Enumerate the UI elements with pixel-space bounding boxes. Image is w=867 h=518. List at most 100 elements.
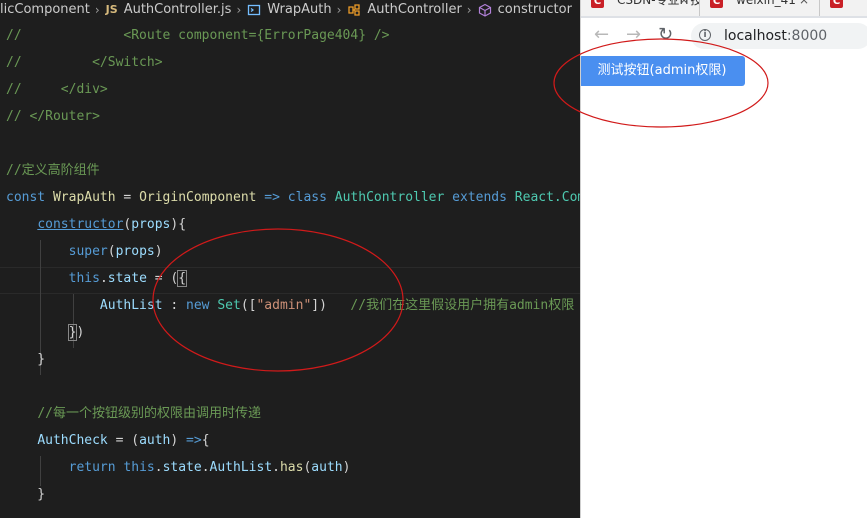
code-editor[interactable]: licComponent › JS AuthController.js › WrapAut…	[0, 0, 580, 518]
code-line[interactable]: super(props)	[6, 238, 163, 265]
tab-favicon: C	[591, 0, 604, 8]
code-token: "admin"	[256, 298, 312, 313]
close-icon[interactable]: ×	[679, 0, 689, 8]
code-token: {	[177, 270, 188, 287]
code-token: ])	[311, 298, 351, 313]
browser-tab[interactable]: C weixin_41 ×	[700, 0, 820, 16]
code-token: has	[279, 460, 304, 475]
breadcrumb-item-constructor[interactable]: constructor	[498, 2, 572, 17]
code-line[interactable]: this.state = ({	[6, 265, 188, 292]
code-token: ([	[240, 298, 257, 313]
breadcrumb-item-file[interactable]: AuthController.js	[124, 2, 232, 17]
code-token: state	[107, 271, 147, 286]
code-line[interactable]: // <Route component={ErrorPage404} />	[6, 22, 390, 49]
cube-symbol-icon	[247, 3, 261, 17]
tab-favicon: C	[830, 0, 843, 8]
code-line[interactable]: }	[6, 481, 45, 508]
code-token: ){	[170, 217, 187, 232]
class-symbol-icon	[347, 3, 361, 17]
code-token: OriginComponent	[139, 190, 257, 205]
code-token: )	[154, 244, 163, 259]
chevron-right-icon: ›	[466, 3, 472, 17]
breadcrumb-item-authcontroller[interactable]: AuthController	[367, 2, 461, 17]
code-token: (	[107, 244, 116, 259]
code-token: )	[76, 325, 85, 340]
reload-icon[interactable]: ↻	[658, 25, 673, 45]
code-token: WrapAuth	[52, 190, 116, 205]
chevron-right-icon: ›	[94, 3, 100, 17]
code-token: Set	[217, 298, 241, 313]
code-token: React.Component {	[514, 190, 580, 205]
code-token: }	[6, 487, 46, 502]
code-line[interactable]: })	[6, 319, 84, 346]
code-line[interactable]: return this.state.AuthList.has(auth)	[6, 454, 351, 481]
url-text: localhost:8000	[724, 23, 827, 49]
code-token: {	[201, 433, 210, 448]
code-token: constructor	[37, 217, 124, 232]
code-line[interactable]: AuthList : new Set(["admin"]) //我们在这里假设用…	[6, 292, 574, 319]
code-token: =	[115, 190, 140, 205]
code-token: = (	[146, 271, 179, 286]
code-token: this	[123, 460, 155, 475]
code-token: .	[201, 460, 210, 475]
code-token: this	[68, 271, 100, 286]
code-token: AuthList	[209, 460, 273, 475]
code-token: super	[68, 244, 108, 259]
forward-arrow-icon[interactable]: →	[626, 25, 641, 45]
code-line[interactable]: constructor(props){	[6, 211, 186, 238]
code-token: AuthList	[99, 298, 163, 313]
code-line[interactable]: //定义高阶组件	[6, 157, 100, 184]
browser-tab[interactable]: C	[820, 0, 867, 16]
code-token: return	[68, 460, 124, 475]
code-token: auth	[311, 460, 343, 475]
code-token: )	[170, 433, 187, 448]
address-bar[interactable]: i localhost:8000	[691, 23, 867, 49]
test-button-admin[interactable]: 测试按钮(admin权限)	[581, 56, 745, 86]
code-line[interactable]: }	[6, 346, 45, 373]
code-token: new	[186, 298, 218, 313]
code-token: auth	[139, 433, 171, 448]
browser-toolbar: ← → ↻ i localhost:8000	[581, 18, 867, 52]
browser-window: C CSDN-专业IT技术社区 × C weixin_41 × C ← → ↻ …	[580, 0, 867, 518]
code-token: AuthCheck	[37, 433, 108, 448]
close-icon[interactable]: ×	[799, 0, 809, 8]
code-token: props	[131, 217, 171, 232]
code-token: extends	[444, 190, 515, 205]
breadcrumb: licComponent › JS AuthController.js › WrapAut…	[0, 0, 580, 20]
tab-favicon: C	[710, 0, 723, 8]
browser-tab[interactable]: C CSDN-专业IT技术社区 ×	[581, 0, 700, 16]
code-line[interactable]: // </div>	[6, 76, 108, 103]
url-port: :8000	[786, 28, 828, 44]
code-token: // </Switch>	[6, 55, 163, 70]
code-token: .	[154, 460, 163, 475]
code-token: //每一个按钮级别的权限由调用时传递	[37, 406, 261, 421]
code-token: }	[6, 352, 46, 367]
breadcrumb-item-folder[interactable]: licComponent	[0, 2, 90, 17]
code-token: // <Route component={ErrorPage404} />	[6, 28, 390, 43]
code-line[interactable]: //每一个按钮级别的权限由调用时传递	[6, 400, 261, 427]
code-token: const	[6, 190, 53, 205]
back-arrow-icon[interactable]: ←	[594, 25, 609, 45]
info-icon[interactable]: i	[699, 29, 711, 41]
code-line[interactable]: // </Router>	[6, 103, 100, 130]
method-symbol-icon	[478, 3, 492, 17]
code-token: // </div>	[6, 82, 108, 97]
url-host: localhost	[724, 28, 787, 44]
code-line[interactable]: const WrapAuth = OriginComponent => clas…	[6, 184, 580, 211]
code-token: =>	[186, 433, 202, 448]
code-token: // </Router>	[6, 109, 100, 124]
code-line[interactable]: // </Switch>	[6, 49, 163, 76]
code-token: //我们在这里假设用户拥有admin权限	[350, 298, 575, 313]
chevron-right-icon: ›	[236, 3, 242, 17]
code-line[interactable]: AuthCheck = (auth) =>{	[6, 427, 210, 454]
tab-strip: C CSDN-专业IT技术社区 × C weixin_41 × C	[581, 0, 867, 18]
code-token: props	[115, 244, 155, 259]
breadcrumb-item-wrapauth[interactable]: WrapAuth	[267, 2, 331, 17]
